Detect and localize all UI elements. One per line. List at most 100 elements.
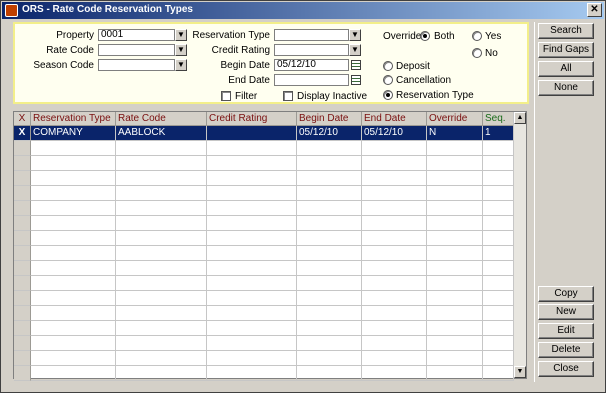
credit-rating-field[interactable] xyxy=(274,44,349,56)
cell-credit-rating[interactable] xyxy=(207,201,297,216)
search-button[interactable]: Search xyxy=(538,23,594,39)
cell-end-date[interactable] xyxy=(362,231,427,246)
cell-rate-code[interactable] xyxy=(116,261,207,276)
cell-seq[interactable] xyxy=(483,351,514,366)
override-both-radio[interactable] xyxy=(420,31,430,41)
cell-begin-date[interactable] xyxy=(297,246,362,261)
table-row[interactable] xyxy=(14,351,514,366)
cell-reservation-type[interactable] xyxy=(31,231,116,246)
cell-override[interactable] xyxy=(427,306,483,321)
cell-override[interactable] xyxy=(427,291,483,306)
cell-begin-date[interactable] xyxy=(297,261,362,276)
cell-end-date[interactable]: 05/12/10 xyxy=(362,126,427,141)
table-row[interactable] xyxy=(14,291,514,306)
cell-credit-rating[interactable] xyxy=(207,336,297,351)
cell-end-date[interactable] xyxy=(362,246,427,261)
row-selector-cell[interactable] xyxy=(14,306,31,321)
cell-rate-code[interactable] xyxy=(116,351,207,366)
cell-seq[interactable] xyxy=(483,186,514,201)
cell-rate-code[interactable] xyxy=(116,171,207,186)
row-selector-cell[interactable] xyxy=(14,201,31,216)
cell-begin-date[interactable] xyxy=(297,366,362,381)
edit-button[interactable]: Edit xyxy=(538,323,594,339)
cell-reservation-type[interactable] xyxy=(31,216,116,231)
cell-reservation-type[interactable] xyxy=(31,246,116,261)
cell-begin-date[interactable] xyxy=(297,291,362,306)
cell-reservation-type[interactable] xyxy=(31,291,116,306)
cell-seq[interactable] xyxy=(483,246,514,261)
cell-end-date[interactable] xyxy=(362,291,427,306)
season-code-field[interactable] xyxy=(98,59,175,71)
close-window-button[interactable]: ✕ xyxy=(587,3,602,17)
table-row[interactable] xyxy=(14,141,514,156)
cell-override[interactable] xyxy=(427,276,483,291)
cell-credit-rating[interactable] xyxy=(207,186,297,201)
cell-end-date[interactable] xyxy=(362,276,427,291)
copy-button[interactable]: Copy xyxy=(538,286,594,302)
row-selector-cell[interactable] xyxy=(14,366,31,381)
cell-seq[interactable] xyxy=(483,291,514,306)
row-selector-cell[interactable] xyxy=(14,246,31,261)
cell-end-date[interactable] xyxy=(362,306,427,321)
cell-seq[interactable] xyxy=(483,171,514,186)
cell-seq[interactable] xyxy=(483,216,514,231)
row-selector-cell[interactable] xyxy=(14,141,31,156)
begin-date-calendar-icon[interactable] xyxy=(350,59,362,71)
cell-rate-code[interactable] xyxy=(116,216,207,231)
cell-override[interactable] xyxy=(427,321,483,336)
cell-reservation-type[interactable] xyxy=(31,336,116,351)
cell-credit-rating[interactable] xyxy=(207,141,297,156)
cell-seq[interactable]: 1 xyxy=(483,126,514,141)
row-selector-cell[interactable] xyxy=(14,291,31,306)
cell-credit-rating[interactable] xyxy=(207,366,297,381)
cell-begin-date[interactable] xyxy=(297,351,362,366)
cell-end-date[interactable] xyxy=(362,156,427,171)
reservation-type-radio[interactable] xyxy=(383,90,393,100)
table-row[interactable] xyxy=(14,366,514,381)
table-row[interactable] xyxy=(14,261,514,276)
grid-header-end-date[interactable]: End Date xyxy=(362,112,427,126)
grid-vertical-scrollbar[interactable]: ▲ ▼ xyxy=(513,112,526,378)
cell-override[interactable] xyxy=(427,246,483,261)
cell-override[interactable] xyxy=(427,366,483,381)
cell-reservation-type[interactable] xyxy=(31,276,116,291)
cell-credit-rating[interactable] xyxy=(207,216,297,231)
cell-override[interactable] xyxy=(427,216,483,231)
display-inactive-checkbox[interactable] xyxy=(283,91,293,101)
filter-checkbox[interactable] xyxy=(221,91,231,101)
cell-reservation-type[interactable] xyxy=(31,321,116,336)
cell-rate-code[interactable] xyxy=(116,201,207,216)
cell-end-date[interactable] xyxy=(362,351,427,366)
cell-override[interactable] xyxy=(427,261,483,276)
table-row[interactable] xyxy=(14,186,514,201)
cell-override[interactable] xyxy=(427,351,483,366)
table-row[interactable] xyxy=(14,171,514,186)
cell-rate-code[interactable] xyxy=(116,186,207,201)
cell-rate-code[interactable] xyxy=(116,246,207,261)
cell-begin-date[interactable] xyxy=(297,216,362,231)
cell-reservation-type[interactable] xyxy=(31,186,116,201)
cell-credit-rating[interactable] xyxy=(207,156,297,171)
row-selector-cell[interactable] xyxy=(14,171,31,186)
grid-header-begin-date[interactable]: Begin Date xyxy=(297,112,362,126)
table-row[interactable] xyxy=(14,231,514,246)
table-row[interactable] xyxy=(14,276,514,291)
cell-rate-code[interactable] xyxy=(116,306,207,321)
scroll-down-icon[interactable]: ▼ xyxy=(514,366,526,378)
cell-begin-date[interactable]: 05/12/10 xyxy=(297,126,362,141)
cancellation-radio[interactable] xyxy=(383,75,393,85)
row-selector-cell[interactable] xyxy=(14,336,31,351)
override-yes-radio[interactable] xyxy=(472,31,482,41)
cell-credit-rating[interactable] xyxy=(207,126,297,141)
cell-begin-date[interactable] xyxy=(297,141,362,156)
row-selector-cell[interactable] xyxy=(14,351,31,366)
cell-credit-rating[interactable] xyxy=(207,351,297,366)
cell-begin-date[interactable] xyxy=(297,306,362,321)
all-button[interactable]: All xyxy=(538,61,594,77)
table-row[interactable] xyxy=(14,306,514,321)
cell-seq[interactable] xyxy=(483,261,514,276)
cell-rate-code[interactable] xyxy=(116,336,207,351)
table-row[interactable] xyxy=(14,201,514,216)
cell-seq[interactable] xyxy=(483,321,514,336)
cell-credit-rating[interactable] xyxy=(207,261,297,276)
